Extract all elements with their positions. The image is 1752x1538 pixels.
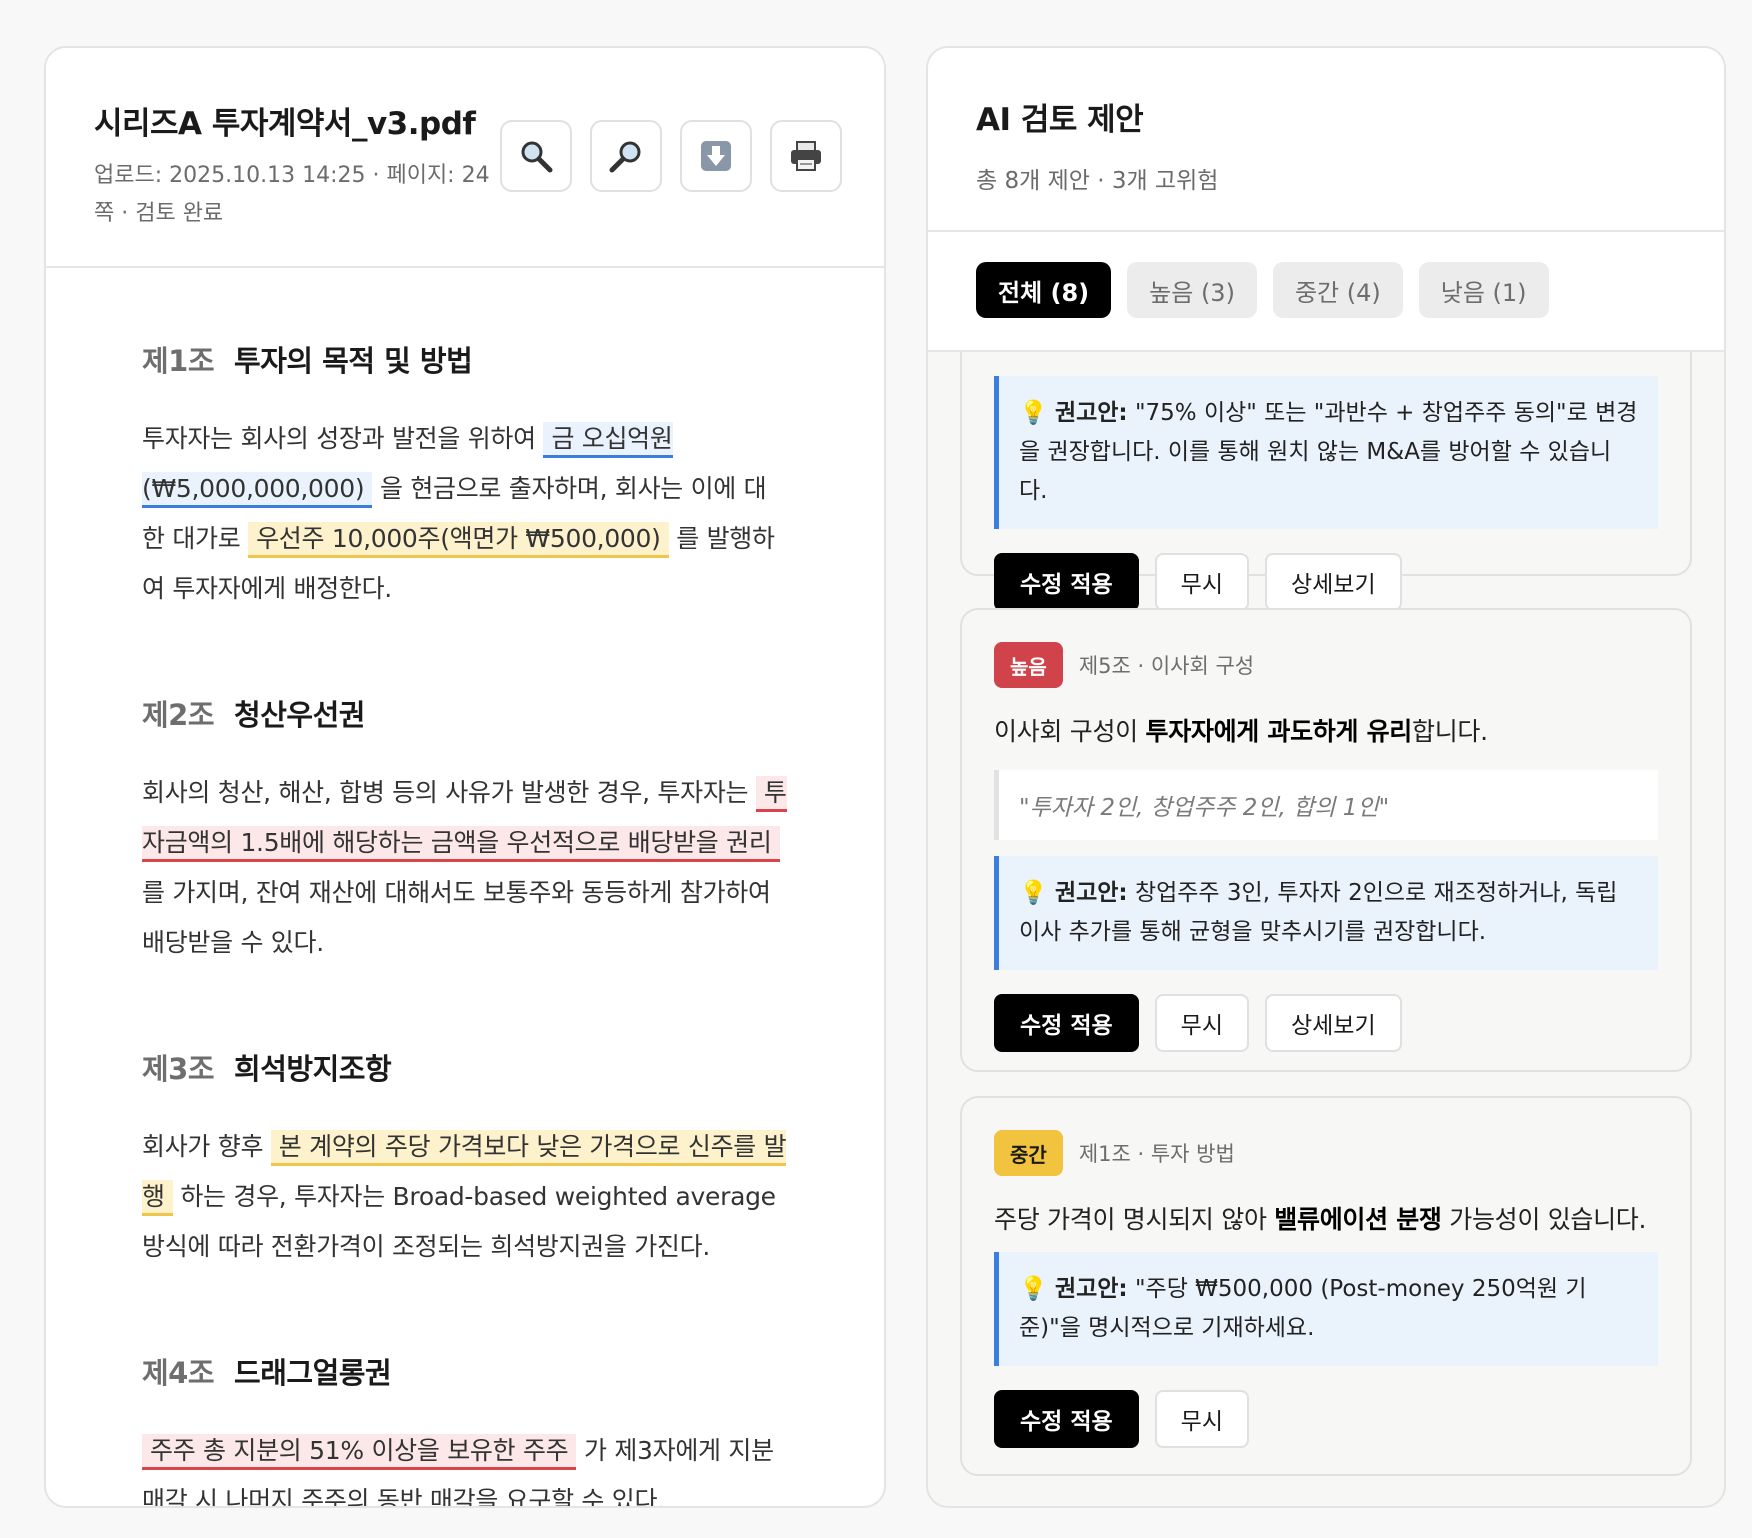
article-title: 투자의 목적 및 방법 — [234, 344, 473, 378]
card-location: 제1조 · 투자 방법 — [1078, 1142, 1235, 1166]
description-text: 이사회 구성이 — [994, 717, 1146, 746]
suggestion-card: 💡 권고안: "75% 이상" 또는 "과반수 + 창업주주 동의"로 변경을 … — [960, 352, 1692, 611]
details-button[interactable]: 상세보기 — [1264, 553, 1402, 611]
ai-panel-title: AI 검토 제안 — [976, 102, 1144, 138]
article-text: 회사의 청산, 해산, 합병 등의 사유가 발생한 경우, 투자자는 투자금액의… — [142, 768, 788, 968]
article-heading: 제2조 청산우선권 — [142, 692, 788, 734]
description-emphasis: 투자자에게 과도하게 유리 — [1145, 717, 1413, 746]
suggestion-card: 높음 제5조 · 이사회 구성 이사회 구성이 투자자에게 과도하게 유리합니다… — [960, 608, 1692, 1072]
description-text: 합니다. — [1412, 717, 1488, 746]
card-header: 중간 제1조 · 투자 방법 — [994, 1130, 1658, 1176]
tab-all[interactable]: 전체 (8) — [976, 262, 1112, 318]
clause-text: 회사의 청산, 해산, 합병 등의 사유가 발생한 경우, 투자자는 — [142, 778, 756, 807]
ai-panel-header: AI 검토 제안 총 8개 제안 · 3개 고위험 — [928, 48, 1724, 232]
article-section: 제2조 청산우선권회사의 청산, 해산, 합병 등의 사유가 발생한 경우, 투자… — [142, 692, 788, 968]
article-heading: 제1조 투자의 목적 및 방법 — [142, 338, 788, 380]
ignore-button[interactable]: 무시 — [1154, 1390, 1249, 1448]
document-meta: 업로드: 2025.10.13 14:25 · 페이지: 24쪽 · 검토 완료 — [94, 163, 490, 226]
apply-fix-button[interactable]: 수정 적용 — [994, 1390, 1139, 1448]
download-button[interactable] — [680, 120, 752, 192]
card-actions: 수정 적용 무시 상세보기 — [994, 553, 1658, 611]
article-number: 제4조 — [142, 1356, 215, 1390]
search-button[interactable] — [500, 120, 572, 192]
card-actions: 수정 적용 무시 — [994, 1390, 1658, 1448]
highlighted-clause[interactable]: 주주 총 지분의 51% 이상을 보유한 주주 — [142, 1434, 577, 1470]
card-description: 이사회 구성이 투자자에게 과도하게 유리합니다. — [994, 712, 1658, 748]
clause-text: 를 가지며, 잔여 재산에 대해서도 보통주와 동등하게 참가하여 배당받을 수… — [142, 878, 771, 957]
ai-review-panel: AI 검토 제안 총 8개 제안 · 3개 고위험 전체 (8) 높음 (3) … — [926, 46, 1726, 1508]
document-viewer: 시리즈A 투자계약서_v3.pdf 업로드: 2025.10.13 14:25 … — [44, 46, 886, 1508]
article-title: 청산우선권 — [234, 698, 365, 732]
card-location: 제5조 · 이사회 구성 — [1078, 654, 1255, 678]
recommendation-label: 권고안: — [1054, 880, 1128, 906]
article-number: 제3조 — [142, 1052, 215, 1086]
zoom-icon — [609, 141, 641, 173]
tab-high[interactable]: 높음 (3) — [1127, 262, 1257, 318]
article-heading: 제4조 드래그얼롱권 — [142, 1350, 788, 1392]
tab-low[interactable]: 낮음 (1) — [1418, 262, 1549, 318]
article-section: 제3조 희석방지조항회사가 향후 본 계약의 주당 가격보다 낮은 가격으로 신주… — [142, 1046, 788, 1272]
description-text: 가능성이 있습니다. — [1441, 1205, 1647, 1234]
print-button[interactable] — [770, 120, 842, 192]
details-button[interactable]: 상세보기 — [1264, 994, 1402, 1052]
clause-text: 투자자는 회사의 성장과 발전을 위하여 — [142, 424, 544, 453]
apply-fix-button[interactable]: 수정 적용 — [994, 553, 1139, 611]
clause-text: 하는 경우, 투자자는 Broad-based weighted average… — [142, 1182, 776, 1261]
download-icon — [701, 141, 731, 171]
article-number: 제1조 — [142, 344, 215, 378]
article-section: 제4조 드래그얼롱권주주 총 지분의 51% 이상을 보유한 주주 가 제3자에게… — [142, 1350, 788, 1506]
print-icon — [791, 141, 821, 171]
card-actions: 수정 적용 무시 상세보기 — [994, 994, 1658, 1052]
suggestion-list[interactable]: 💡 권고안: "75% 이상" 또는 "과반수 + 창업주주 동의"로 변경을 … — [928, 352, 1724, 1502]
lightbulb-icon: 💡 — [1019, 880, 1048, 906]
ai-panel-subtitle: 총 8개 제안 · 3개 고위험 — [976, 168, 1219, 194]
apply-fix-button[interactable]: 수정 적용 — [994, 994, 1139, 1052]
severity-badge: 높음 — [994, 642, 1063, 688]
document-body: 제1조 투자의 목적 및 방법투자자는 회사의 성장과 발전을 위하여 금 오십억… — [46, 268, 884, 1506]
recommendation-box: 💡 권고안: "75% 이상" 또는 "과반수 + 창업주주 동의"로 변경을 … — [994, 376, 1658, 529]
severity-tabs: 전체 (8) 높음 (3) 중간 (4) 낮음 (1) — [928, 232, 1724, 352]
article-section: 제1조 투자의 목적 및 방법투자자는 회사의 성장과 발전을 위하여 금 오십억… — [142, 338, 788, 614]
article-text: 투자자는 회사의 성장과 발전을 위하여 금 오십억원(₩5,000,000,0… — [142, 414, 788, 614]
card-description: 주당 가격이 명시되지 않아 밸류에이션 분쟁 가능성이 있습니다. — [994, 1200, 1658, 1236]
lightbulb-icon: 💡 — [1019, 1276, 1048, 1302]
description-text: 주당 가격이 명시되지 않아 — [994, 1205, 1275, 1234]
recommendation-label: 권고안: — [1054, 400, 1128, 426]
recommendation-box: 💡 권고안: "주당 ₩500,000 (Post-money 250억원 기준… — [994, 1252, 1658, 1366]
recommendation-label: 권고안: — [1054, 1276, 1128, 1302]
tab-medium[interactable]: 중간 (4) — [1272, 262, 1403, 318]
lightbulb-icon: 💡 — [1019, 400, 1048, 426]
ignore-button[interactable]: 무시 — [1154, 994, 1249, 1052]
zoom-button[interactable] — [590, 120, 662, 192]
article-title: 드래그얼롱권 — [234, 1356, 392, 1390]
recommendation-box: 💡 권고안: 창업주주 3인, 투자자 2인으로 재조정하거나, 독립이사 추가… — [994, 856, 1658, 970]
article-title: 희석방지조항 — [234, 1052, 392, 1086]
ignore-button[interactable]: 무시 — [1154, 553, 1249, 611]
severity-badge: 중간 — [994, 1130, 1063, 1176]
article-heading: 제3조 희석방지조항 — [142, 1046, 788, 1088]
clause-text: 회사가 향후 — [142, 1132, 271, 1161]
highlighted-clause[interactable]: 우선주 10,000주(액면가 ₩500,000) — [248, 522, 669, 558]
article-text: 회사가 향후 본 계약의 주당 가격보다 낮은 가격으로 신주를 발행 하는 경… — [142, 1122, 788, 1272]
quoted-clause: "투자자 2인, 창업주주 2인, 합의 1인" — [994, 770, 1658, 840]
article-text: 주주 총 지분의 51% 이상을 보유한 주주 가 제3자에게 지분 매각 시 … — [142, 1426, 788, 1506]
search-icon — [521, 141, 553, 173]
description-emphasis: 밸류에이션 분쟁 — [1274, 1205, 1442, 1234]
card-header: 높음 제5조 · 이사회 구성 — [994, 642, 1658, 688]
document-toolbar — [500, 120, 842, 192]
document-header: 시리즈A 투자계약서_v3.pdf 업로드: 2025.10.13 14:25 … — [46, 48, 884, 268]
suggestion-card: 중간 제1조 · 투자 방법 주당 가격이 명시되지 않아 밸류에이션 분쟁 가… — [960, 1096, 1692, 1476]
article-number: 제2조 — [142, 698, 215, 732]
